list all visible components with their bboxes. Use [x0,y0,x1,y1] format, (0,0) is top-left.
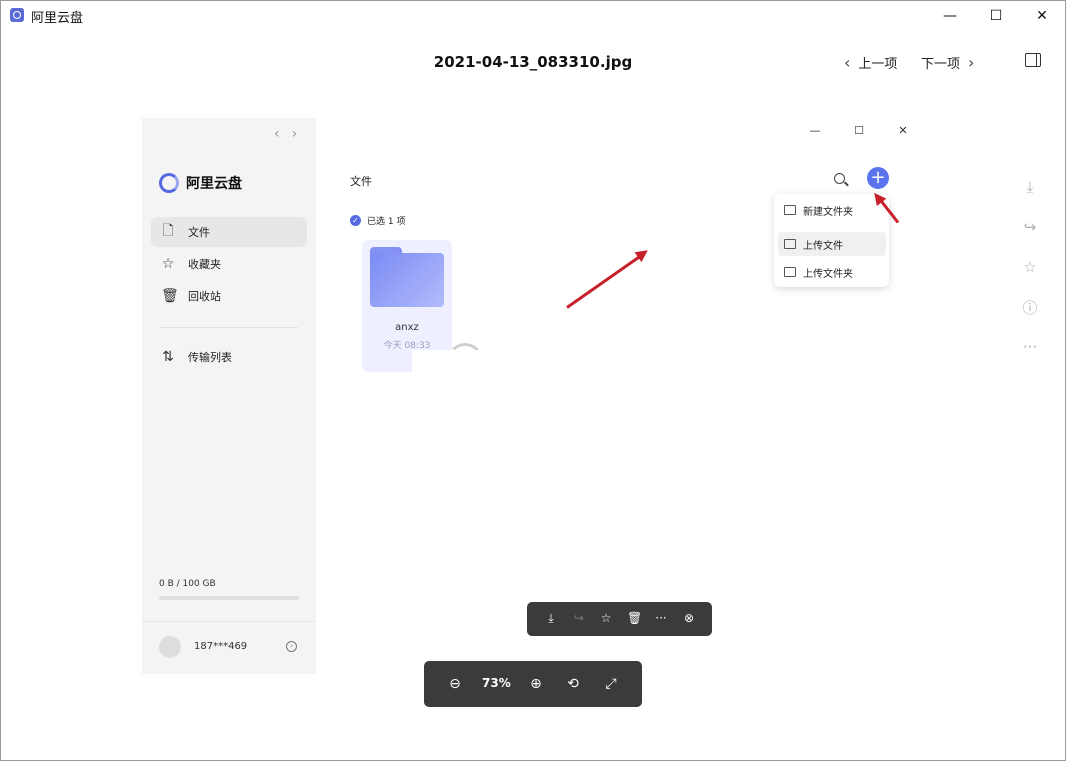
zoom-in-icon[interactable]: ⊕ [528,676,544,692]
avatar [159,636,181,658]
file-icon: 🗋 [162,223,174,239]
share-icon[interactable]: ↪ [1020,217,1040,237]
storage-text: 0 B / 100 GB [159,579,216,589]
breadcrumb: 文件 [350,175,372,188]
sidebar-item-files: 🗋 文件 [151,217,307,247]
sidebar-item-label: 回收站 [188,290,221,303]
rotate-icon[interactable]: ⟲ [565,676,581,692]
brand-name: 阿里云盘 [186,176,242,192]
zoom-level: 73% [482,676,511,690]
annotation-arrow-upload [566,251,646,309]
sidebar-item-favorites: ☆ 收藏夹 [151,249,307,279]
image-viewer-window: 阿里云盘 — ☐ ✕ 2021-04-13_083310.jpg ‹ 上一项 下… [0,0,1066,761]
sidebar-item-label: 传输列表 [188,351,232,364]
folder-name: anxz [395,322,419,333]
embedded-close-icon: ✕ [898,124,908,137]
image-blank-region [412,350,632,420]
minimize-button[interactable]: — [927,1,973,31]
folder-icon [784,267,796,277]
menu-item-label: 上传文件 [803,240,843,252]
embedded-brand: 阿里云盘 [159,173,242,193]
more-icon: ··· [655,611,667,625]
embedded-minimize-icon: — [809,124,821,137]
sidebar-item-transfers: ⇅ 传输列表 [151,342,307,372]
folder-icon [370,247,444,307]
brand-logo-icon [159,173,179,193]
close-icon: ⊗ [683,611,695,625]
folder-icon [784,205,796,215]
trash-icon: 🗑 [161,288,179,304]
menu-item-upload-file: 上传文件 [778,232,886,256]
menu-item-label: 上传文件夹 [803,268,853,280]
next-item-button[interactable]: 下一项 › [921,53,974,72]
previous-item-button[interactable]: ‹ 上一项 [844,53,897,72]
check-icon: ✓ [350,215,361,226]
next-item-label: 下一项 [921,57,961,72]
selection-count: 已选 1 项 [367,217,406,227]
window-title: 阿里云盘 [31,11,84,26]
search-icon [834,173,845,184]
user-account: 187***469 [194,641,248,652]
selection-status: ✓ 已选 1 项 [350,214,405,227]
storage-bar [159,596,299,600]
zoom-out-icon[interactable]: ⊖ [447,676,463,692]
star-icon[interactable]: ☆ [1020,257,1040,277]
transfer-icon: ⇅ [162,349,174,365]
add-icon: + [867,167,889,189]
sidebar-item-label: 文件 [188,226,210,239]
title-bar: 阿里云盘 — ☐ ✕ [1,1,1065,31]
maximize-button[interactable]: ☐ [973,1,1019,31]
menu-item-upload-folder: 上传文件夹 [778,260,886,284]
history-arrows-icon: ‹› [274,126,310,142]
embedded-maximize-icon: ☐ [854,124,864,137]
close-button[interactable]: ✕ [1019,1,1065,31]
sidebar-divider [160,327,298,328]
previous-item-label: 上一项 [858,57,898,72]
selection-toolbar: ⤓ ↪ ☆ 🗑 ··· ⊗ [527,602,712,636]
fullscreen-icon[interactable]: ⤢ [603,676,619,692]
embedded-sidebar: ‹› 阿里云盘 🗋 文件 ☆ 收藏夹 🗑 回收站 ⇅ 传输列表 0 B / 10… [142,118,316,674]
more-icon[interactable]: ··· [1020,337,1040,357]
folder-icon [784,239,796,249]
menu-item-label: 新建文件夹 [803,206,853,218]
menu-item-new-folder: 新建文件夹 [778,198,886,222]
chevron-left-icon: ‹ [844,53,851,72]
zoom-toolbar: ⊖ 73% ⊕ ⟲ ⤢ [424,661,642,707]
trash-icon: 🗑 [627,611,643,625]
displayed-image: ‹› 阿里云盘 🗋 文件 ☆ 收藏夹 🗑 回收站 ⇅ 传输列表 0 B / 10… [142,118,928,674]
download-icon: ⤓ [548,611,554,625]
star-icon: ☆ [161,256,175,272]
sidebar-item-recycle-bin: 🗑 回收站 [151,281,307,311]
info-icon[interactable]: ⓘ [1020,297,1040,317]
app-logo-icon [10,8,24,22]
footer-divider [142,621,316,622]
add-menu: 新建文件夹 上传文件 上传文件夹 [774,194,889,287]
side-panel-toggle-icon[interactable] [1025,53,1041,67]
file-name-title: 2021-04-13_083310.jpg [433,53,633,71]
chevron-right-icon: › [286,641,297,652]
chevron-right-icon: › [968,53,975,72]
download-icon[interactable]: ⤓ [1020,177,1040,197]
star-icon: ☆ [600,611,612,625]
sidebar-item-label: 收藏夹 [188,258,221,271]
share-icon: ↪ [573,611,585,625]
